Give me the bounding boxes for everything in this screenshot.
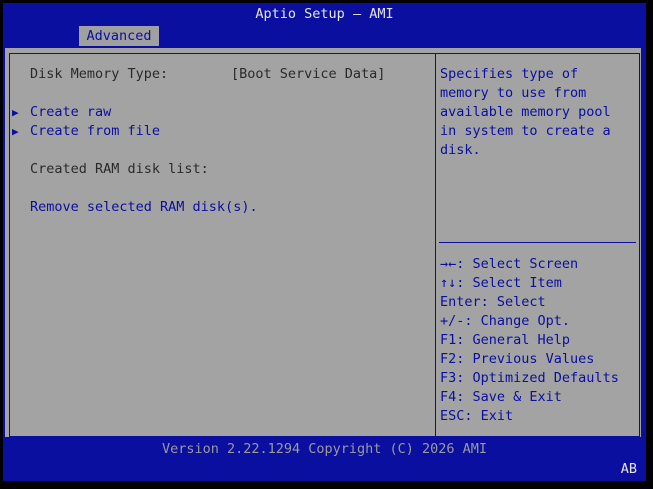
key-hint-select-screen: →←: Select Screen [440, 256, 579, 272]
key-hint-enter: Enter: Select [440, 294, 546, 310]
help-pane: Specifies type of memory to use from ava… [435, 53, 640, 437]
help-separator [439, 242, 636, 243]
key-hint-previous-values: F2: Previous Values [440, 351, 595, 367]
remove-selected-ram-disk-item[interactable]: Remove selected RAM disk(s). [30, 198, 258, 217]
main-panel: Disk Memory Type: [Boot Service Data] ▶ … [5, 48, 641, 437]
create-from-file-item[interactable]: Create from file [30, 122, 160, 141]
key-hint-general-help: F1: General Help [440, 332, 571, 348]
settings-pane: Disk Memory Type: [Boot Service Data] ▶ … [9, 53, 436, 437]
key-hint-exit: ESC: Exit [440, 408, 514, 424]
window-title: Aptio Setup – AMI [255, 6, 394, 22]
key-hint-change-opt: +/-: Change Opt. [440, 313, 571, 329]
help-text-line: disk. [440, 142, 481, 158]
submenu-arrow-icon: ▶ [12, 125, 19, 138]
tab-advanced[interactable]: Advanced [79, 26, 159, 46]
submenu-arrow-icon: ▶ [12, 106, 19, 119]
post-code: AB [620, 461, 637, 477]
bios-window: Aptio Setup – AMI Advanced Disk Memory T… [3, 3, 646, 481]
version-footer: Version 2.22.1294 Copyright (C) 2026 AMI [161, 441, 488, 457]
help-text-line: in system to create a [440, 123, 611, 139]
disk-memory-type-label: Disk Memory Type: [30, 66, 169, 82]
help-text-line: Specifies type of [440, 66, 579, 82]
create-raw-item[interactable]: Create raw [30, 103, 111, 122]
key-hint-select-item: ↑↓: Select Item [440, 275, 562, 291]
help-text-line: memory to use from [440, 85, 587, 101]
arrows-left-right-icon: →← [440, 256, 457, 272]
help-text-line: available memory pool [440, 104, 611, 120]
arrows-up-down-icon: ↑↓ [440, 275, 457, 291]
created-ram-disk-list-label: Created RAM disk list: [30, 161, 209, 177]
disk-memory-type-value[interactable]: [Boot Service Data] [231, 65, 385, 84]
key-hint-optimized-defaults: F3: Optimized Defaults [440, 370, 619, 386]
key-hint-save-exit: F4: Save & Exit [440, 389, 562, 405]
